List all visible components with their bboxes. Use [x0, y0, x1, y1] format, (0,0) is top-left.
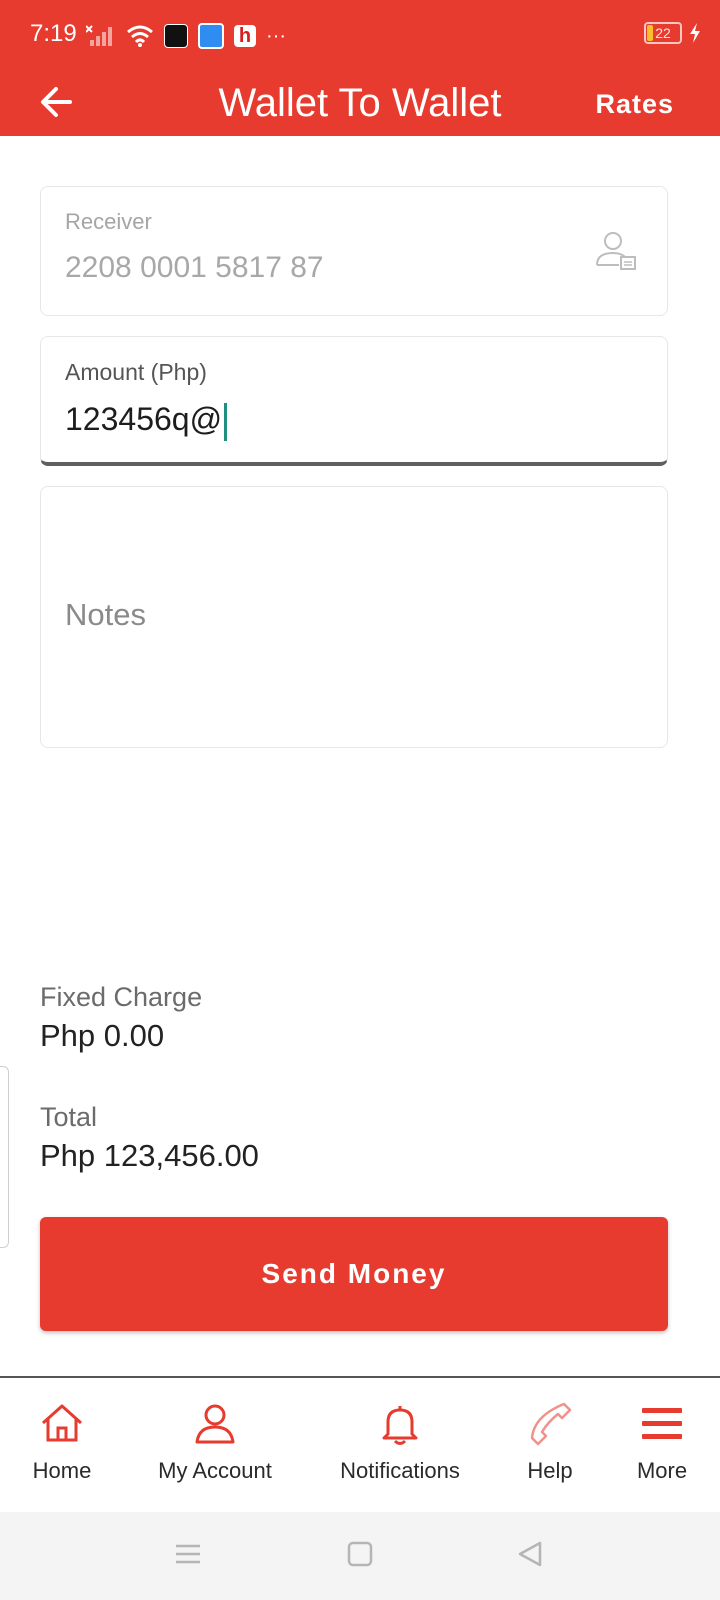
- status-right: 22: [644, 22, 702, 44]
- amount-input[interactable]: 123456q@: [65, 401, 228, 441]
- charging-icon: [690, 23, 700, 43]
- bell-icon: [382, 1406, 418, 1445]
- recent-apps-icon[interactable]: [174, 1540, 202, 1568]
- contact-picker-icon: [596, 232, 636, 270]
- home-button-icon[interactable]: [346, 1540, 374, 1568]
- user-icon: [195, 1404, 235, 1444]
- nav-item-more[interactable]: More: [612, 1378, 712, 1514]
- app-notification-icon: h: [234, 25, 256, 47]
- nav-label-my-account: My Account: [158, 1458, 272, 1483]
- bottom-nav: Home My Account Notifications Help More: [0, 1376, 720, 1514]
- system-nav-bar: [0, 1512, 720, 1600]
- rates-button[interactable]: Rates: [595, 82, 674, 126]
- menu-icon: [642, 1408, 682, 1439]
- fixed-charge-value: Php 0.00: [40, 1018, 165, 1053]
- amount-value: 123456q@: [65, 401, 223, 437]
- edge-handle[interactable]: [0, 1066, 9, 1248]
- status-icons: h ···: [86, 22, 286, 50]
- status-bar: 7:19 h ··· 22: [0, 0, 720, 70]
- receiver-label: Receiver: [65, 209, 152, 234]
- app-bar: Wallet To Wallet Rates: [0, 70, 720, 136]
- contact-picker-button[interactable]: [593, 227, 641, 275]
- battery-icon: 22: [644, 22, 682, 44]
- nav-label-help: Help: [527, 1458, 573, 1483]
- battery-level: 22: [655, 25, 671, 41]
- notes-placeholder: Notes: [65, 597, 146, 632]
- status-time: 7:19: [30, 20, 77, 47]
- fixed-charge-label: Fixed Charge: [40, 982, 203, 1012]
- receiver-value: 2208 0001 5817 87: [65, 251, 324, 284]
- notes-field[interactable]: Notes: [40, 486, 668, 748]
- app-notification-icon: [164, 24, 188, 48]
- nav-label-notifications: Notifications: [340, 1458, 460, 1483]
- amount-field[interactable]: Amount (Php) 123456q@: [40, 336, 668, 466]
- nav-label-more: More: [636, 1458, 688, 1483]
- back-triangle-icon[interactable]: [516, 1540, 544, 1568]
- nav-item-my-account[interactable]: My Account: [145, 1378, 285, 1514]
- nav-item-help[interactable]: Help: [500, 1378, 600, 1514]
- nav-item-home[interactable]: Home: [12, 1378, 112, 1514]
- text-caret: [224, 402, 228, 441]
- total-value: Php 123,456.00: [40, 1138, 259, 1173]
- receiver-field[interactable]: Receiver 2208 0001 5817 87: [40, 186, 668, 316]
- send-money-button[interactable]: Send Money: [40, 1217, 668, 1331]
- amount-label: Amount (Php): [65, 359, 207, 385]
- nav-item-notifications[interactable]: Notifications: [325, 1378, 475, 1514]
- no-signal-icon: [86, 25, 112, 46]
- nav-label-home: Home: [32, 1458, 92, 1483]
- app-notification-icon: [198, 23, 224, 49]
- wifi-icon: [127, 25, 153, 47]
- total-label: Total: [40, 1102, 98, 1132]
- more-indicator: ···: [266, 24, 286, 47]
- home-icon: [41, 1404, 83, 1442]
- phone-icon: [530, 1402, 572, 1446]
